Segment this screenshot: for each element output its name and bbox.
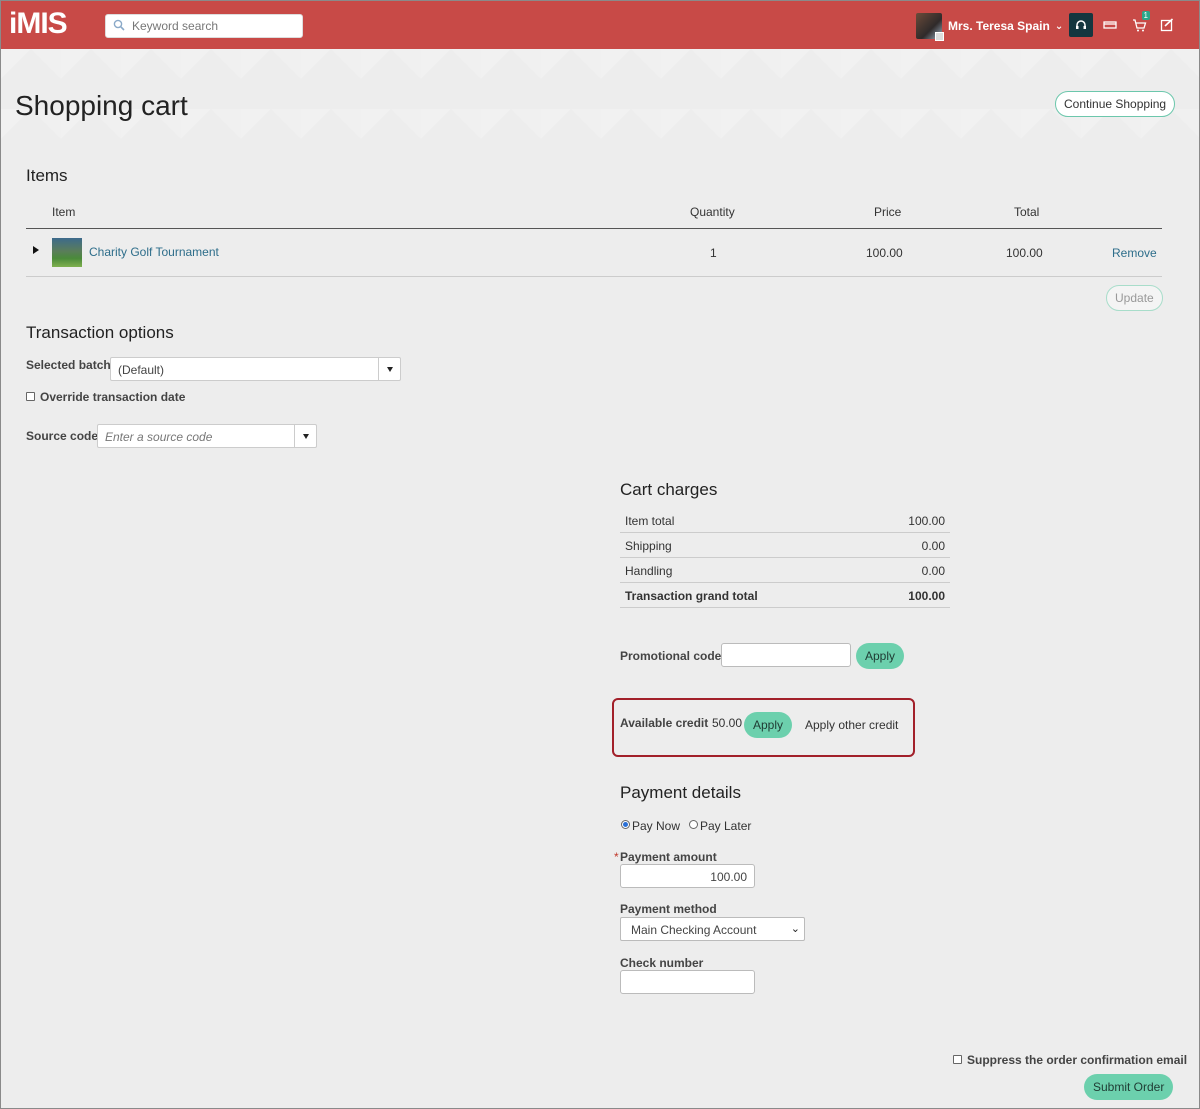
suppress-email-checkbox[interactable] [953,1055,962,1064]
top-bar: iMIS Mrs. Teresa Spain ⌄ 1 [1,1,1199,49]
override-date-label: Override transaction date [40,390,186,404]
source-code-placeholder: Enter a source code [105,430,213,444]
item-quantity: 1 [710,246,717,260]
check-number-label: Check number [620,956,704,970]
available-credit-amount: 50.00 [712,716,743,730]
avatar-badge-icon [935,32,944,41]
col-quantity: Quantity [690,205,735,219]
override-date-checkbox[interactable] [26,392,35,401]
expand-arrow-icon[interactable] [33,246,39,254]
table-row: Charity Golf Tournament 1 100.00 100.00 … [26,230,1162,277]
cart-icon[interactable]: 1 [1127,11,1151,37]
grand-total-value: 100.00 [908,589,945,603]
dropdown-caret-icon [378,358,400,380]
required-mark: * [614,850,619,864]
charge-value: 100.00 [908,514,945,528]
batch-select[interactable]: (Default) [110,357,401,381]
help-icon[interactable] [1069,13,1093,37]
submit-order-button[interactable]: Submit Order [1084,1074,1174,1100]
payment-method-value: Main Checking Account [631,923,757,937]
charge-value: 0.00 [921,539,945,553]
promo-code-input[interactable] [721,643,851,667]
charge-value: 0.00 [921,564,945,578]
credit-apply-button[interactable]: Apply [744,712,793,738]
cart-count-badge: 1 [1141,11,1150,20]
transaction-options-heading: Transaction options [26,323,174,342]
search-box[interactable] [105,14,303,38]
promo-code-label: Promotional code [620,649,722,663]
cart-charges-heading: Cart charges [620,480,718,499]
pay-later-radio[interactable] [689,820,698,829]
promo-apply-button[interactable]: Apply [856,643,905,669]
charge-row: Handling 0.00 [620,558,950,583]
product-thumbnail [52,238,82,267]
item-name-link[interactable]: Charity Golf Tournament [89,245,219,259]
search-input[interactable] [132,18,297,34]
charge-label: Shipping [625,539,672,553]
chevron-down-icon: ⌄ [790,923,800,935]
charge-row: Transaction grand total 100.00 [620,583,950,608]
dropdown-caret-icon [294,425,316,447]
user-name: Mrs. Teresa Spain [948,19,1050,33]
check-number-input[interactable] [620,970,755,994]
card-icon[interactable] [1098,13,1122,37]
user-menu[interactable]: Mrs. Teresa Spain ⌄ [916,13,1064,41]
avatar [916,13,944,41]
charge-label: Item total [625,514,675,528]
continue-shopping-button[interactable]: Continue Shopping [1055,91,1176,117]
edit-icon[interactable] [1155,13,1179,37]
pay-now-radio[interactable] [621,820,630,829]
item-total: 100.00 [1006,246,1043,260]
payment-amount-label: Payment amount [620,850,717,864]
payment-method-label: Payment method [620,902,717,916]
cart-charges-table: Item total 100.00 Shipping 0.00 Handling 0.… [620,508,950,608]
grand-total-label: Transaction grand total [625,589,758,603]
charge-label: Handling [625,564,673,578]
search-icon [113,19,125,31]
items-table-header: Item Quantity Price Total [26,204,1162,229]
charge-row: Item total 100.00 [620,508,950,533]
col-price: Price [874,205,902,219]
batch-value: (Default) [118,363,165,377]
payment-amount-value: 100.00 [710,870,747,884]
remove-link[interactable]: Remove [1112,246,1157,260]
payment-method-select[interactable]: Main Checking Account ⌄ [620,917,805,941]
payment-amount-input[interactable]: 100.00 [620,864,755,888]
pay-later-label: Pay Later [700,819,752,833]
col-item: Item [52,205,76,219]
page-title: Shopping cart [15,90,188,121]
source-code-label: Source code [26,429,99,443]
item-price: 100.00 [866,246,903,260]
apply-other-credit-link[interactable]: Apply other credit [805,718,898,732]
available-credit-label: Available credit [620,716,709,730]
charge-row: Shipping 0.00 [620,533,950,558]
pay-now-label: Pay Now [632,819,681,833]
selected-batch-label: Selected batch [26,358,111,372]
update-button[interactable]: Update [1106,285,1163,311]
imis-logo[interactable]: iMIS [9,7,68,41]
items-heading: Items [26,166,68,185]
col-total: Total [1014,205,1040,219]
payment-details-heading: Payment details [620,783,741,802]
chevron-down-icon: ⌄ [1054,20,1064,32]
source-code-combobox[interactable]: Enter a source code [97,424,317,448]
suppress-email-label: Suppress the order confirmation email [967,1053,1188,1067]
